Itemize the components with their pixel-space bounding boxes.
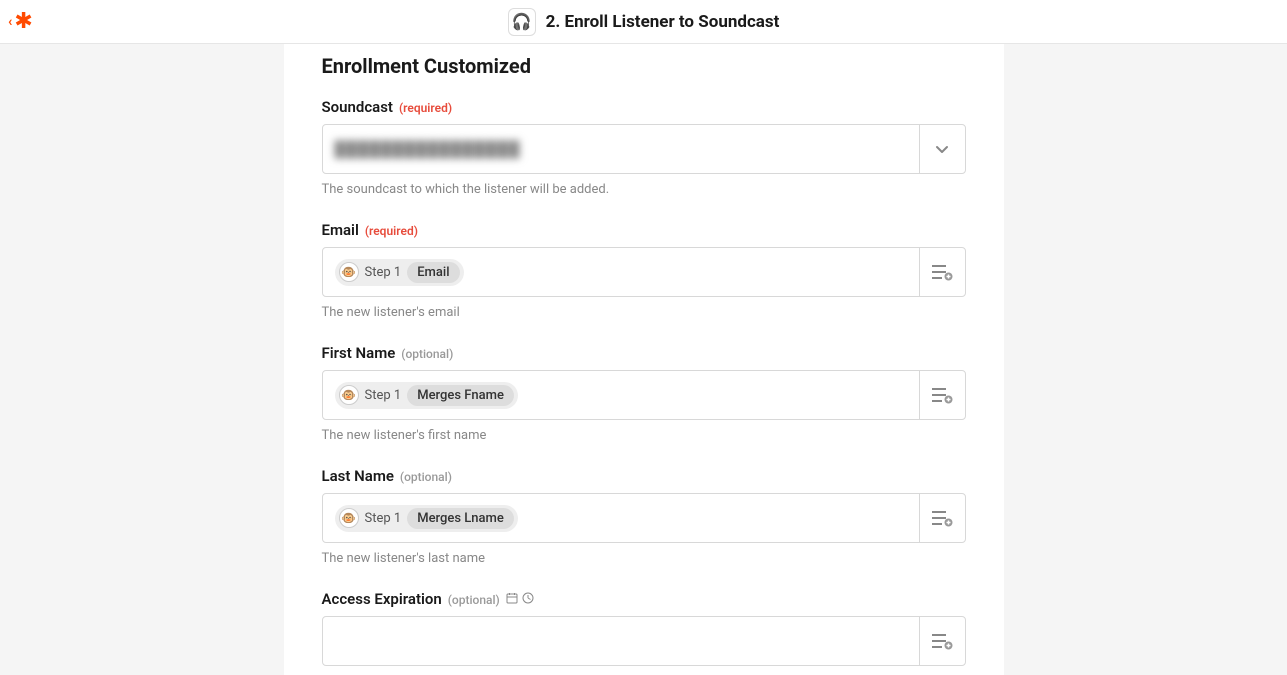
last-name-pill-value: Merges Lname [407, 508, 514, 529]
first-name-help: The new listener's first name [322, 428, 966, 443]
soundcast-select[interactable]: ████████████████ [322, 124, 966, 174]
last-name-input[interactable]: 🐵 Step 1 Merges Lname [322, 493, 966, 543]
insert-data-icon [931, 263, 953, 281]
soundcast-help: The soundcast to which the listener will… [322, 182, 966, 197]
insert-data-icon [931, 632, 953, 650]
field-soundcast: Soundcast (required) ████████████████ Th… [322, 98, 966, 197]
soundcast-label: Soundcast [322, 98, 393, 116]
soundcast-value-masked: ████████████████ [335, 140, 521, 158]
first-name-pill-value: Merges Fname [407, 385, 514, 406]
email-help: The new listener's email [322, 305, 966, 320]
mailchimp-icon: 🐵 [339, 262, 359, 282]
first-name-input[interactable]: 🐵 Step 1 Merges Fname [322, 370, 966, 420]
mailchimp-icon: 🐵 [339, 385, 359, 405]
field-first-name: First Name (optional) 🐵 Step 1 Merges Fn… [322, 344, 966, 443]
last-name-label: Last Name [322, 467, 394, 485]
section-title: Enrollment Customized [322, 44, 966, 98]
soundcast-required-tag: (required) [399, 101, 452, 115]
first-name-optional-tag: (optional) [401, 347, 453, 361]
field-access-expiration: Access Expiration (optional) [322, 590, 966, 666]
step-app-icon: 🎧 [508, 8, 536, 36]
email-pill-value: Email [407, 262, 459, 283]
email-pill-step: Step 1 [365, 265, 402, 280]
last-name-pill-step: Step 1 [365, 511, 402, 526]
field-last-name: Last Name (optional) 🐵 Step 1 Merges Lna… [322, 467, 966, 566]
soundcast-dropdown-toggle[interactable] [919, 125, 965, 173]
calendar-icon [506, 592, 518, 604]
mailchimp-icon: 🐵 [339, 508, 359, 528]
last-name-optional-tag: (optional) [400, 470, 452, 484]
first-name-label: First Name [322, 344, 396, 362]
zapier-logo-icon: ✱ [14, 9, 32, 34]
access-expiration-label: Access Expiration [322, 590, 442, 608]
first-name-pill-step: Step 1 [365, 388, 402, 403]
last-name-insert-data-button[interactable] [919, 494, 965, 542]
email-required-tag: (required) [365, 224, 418, 238]
field-email: Email (required) 🐵 Step 1 Email [322, 221, 966, 320]
clock-icon [522, 592, 534, 604]
access-expiration-input[interactable] [322, 616, 966, 666]
email-pill[interactable]: 🐵 Step 1 Email [335, 259, 464, 286]
access-expiration-insert-data-button[interactable] [919, 617, 965, 665]
app-logo[interactable]: ‹ ✱ [8, 9, 33, 34]
page-title: 2. Enroll Listener to Soundcast [546, 12, 780, 32]
soundwise-icon: 🎧 [512, 12, 532, 31]
email-label: Email [322, 221, 359, 239]
chevron-down-icon [934, 141, 950, 157]
email-input[interactable]: 🐵 Step 1 Email [322, 247, 966, 297]
chevron-left-icon: ‹ [8, 14, 12, 30]
insert-data-icon [931, 509, 953, 527]
last-name-help: The new listener's last name [322, 551, 966, 566]
email-insert-data-button[interactable] [919, 248, 965, 296]
insert-data-icon [931, 386, 953, 404]
first-name-insert-data-button[interactable] [919, 371, 965, 419]
first-name-pill[interactable]: 🐵 Step 1 Merges Fname [335, 382, 518, 409]
last-name-pill[interactable]: 🐵 Step 1 Merges Lname [335, 505, 518, 532]
form-panel: Enrollment Customized Soundcast (require… [284, 44, 1004, 675]
access-expiration-optional-tag: (optional) [448, 593, 500, 607]
